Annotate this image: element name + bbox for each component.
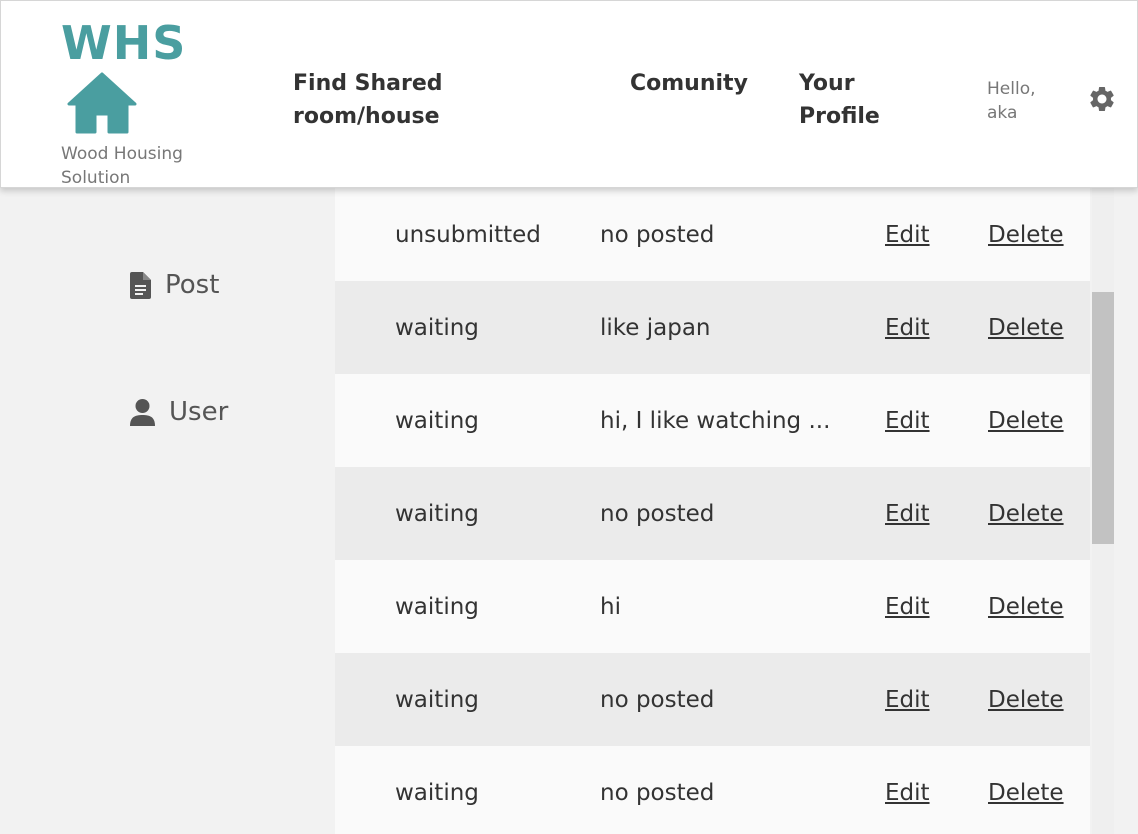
row-status: waiting: [395, 779, 479, 806]
top-header: WHS Wood Housing Solution Find Shared ro…: [0, 0, 1138, 188]
table-row: waiting no posted Edit Delete: [335, 653, 1090, 746]
nav-community[interactable]: Comunity: [630, 67, 748, 100]
delete-link[interactable]: Delete: [988, 687, 1064, 713]
brand-logo[interactable]: WHS Wood Housing Solution: [61, 16, 201, 188]
posts-table: unsubmitted no posted Edit Delete waitin…: [335, 188, 1090, 834]
sidebar: Post User: [0, 188, 335, 834]
table-row: waiting like japan Edit Delete: [335, 281, 1090, 374]
delete-link[interactable]: Delete: [988, 501, 1064, 527]
row-status: unsubmitted: [395, 221, 541, 248]
edit-link[interactable]: Edit: [885, 222, 930, 248]
brand-tagline: Wood Housing Solution: [61, 144, 183, 188]
edit-link[interactable]: Edit: [885, 687, 930, 713]
table-row: unsubmitted no posted Edit Delete: [335, 188, 1090, 281]
row-status: waiting: [395, 407, 479, 434]
table-row: waiting hi, I like watching ... Edit Del…: [335, 374, 1090, 467]
row-status: waiting: [395, 314, 479, 341]
person-icon: [130, 398, 155, 426]
table-row: waiting hi Edit Delete: [335, 560, 1090, 653]
scrollbar-track[interactable]: [1092, 188, 1114, 834]
nav-find-shared-room[interactable]: Find Shared room/house: [293, 67, 493, 133]
row-content: no posted: [600, 500, 715, 527]
scrollbar-thumb[interactable]: [1092, 292, 1114, 544]
table-row: waiting no posted Edit Delete: [335, 746, 1090, 834]
edit-link[interactable]: Edit: [885, 780, 930, 806]
edit-link[interactable]: Edit: [885, 594, 930, 620]
edit-link[interactable]: Edit: [885, 315, 930, 341]
brand-name: WHS: [61, 16, 187, 70]
document-icon: [130, 271, 151, 299]
delete-link[interactable]: Delete: [988, 594, 1064, 620]
sidebar-item-post[interactable]: Post: [130, 270, 219, 300]
nav-your-profile[interactable]: Your Profile: [799, 67, 899, 133]
gear-icon[interactable]: [1087, 84, 1117, 114]
delete-link[interactable]: Delete: [988, 222, 1064, 248]
delete-link[interactable]: Delete: [988, 408, 1064, 434]
row-content: no posted: [600, 686, 715, 713]
row-content: like japan: [600, 314, 711, 341]
edit-link[interactable]: Edit: [885, 408, 930, 434]
delete-link[interactable]: Delete: [988, 780, 1064, 806]
row-status: waiting: [395, 686, 479, 713]
sidebar-item-label: Post: [165, 270, 220, 300]
row-status: waiting: [395, 593, 479, 620]
table-row: waiting no posted Edit Delete: [335, 467, 1090, 560]
right-gutter: [1114, 188, 1138, 834]
row-status: waiting: [395, 500, 479, 527]
row-content: hi, I like watching ...: [600, 407, 831, 434]
house-icon: [67, 72, 137, 134]
row-content: no posted: [600, 221, 715, 248]
edit-link[interactable]: Edit: [885, 501, 930, 527]
delete-link[interactable]: Delete: [988, 315, 1064, 341]
sidebar-item-label: User: [169, 397, 229, 427]
sidebar-item-user[interactable]: User: [130, 397, 228, 427]
user-greeting: Hello, aka: [987, 79, 1036, 123]
row-content: no posted: [600, 779, 715, 806]
row-content: hi: [600, 593, 621, 620]
